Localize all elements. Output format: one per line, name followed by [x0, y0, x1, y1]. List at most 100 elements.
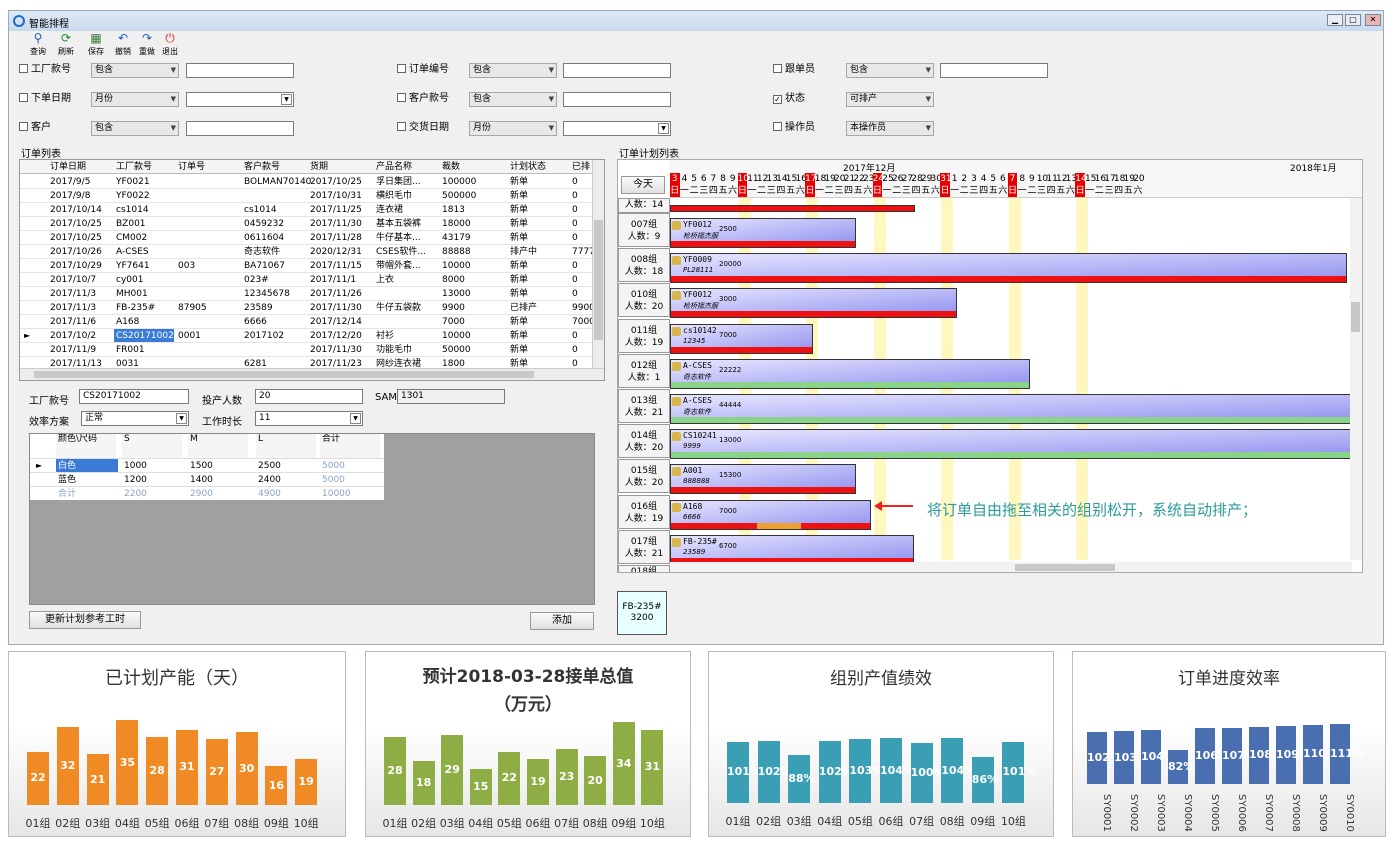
- chart-bar[interactable]: 31: [641, 729, 664, 805]
- group-label[interactable]: 014组 人数：20: [618, 424, 670, 459]
- chart-bar[interactable]: 109%: [1276, 725, 1310, 784]
- chart-bar[interactable]: 29: [441, 734, 464, 805]
- group-label[interactable]: 012组 人数：1: [618, 353, 670, 388]
- chart-bar[interactable]: 35: [116, 720, 139, 805]
- column-header[interactable]: 订单日期: [48, 160, 86, 174]
- order-bar[interactable]: cs10142 12345 7000: [670, 323, 813, 354]
- size-grid[interactable]: 颜色\尺码 S M L 合计 ► 白色 1000 1500 2500 5000 蓝色 1200 1400 2…: [29, 433, 595, 605]
- horizontal-scrollbar[interactable]: [20, 368, 604, 380]
- chart-bar[interactable]: 30: [235, 732, 258, 805]
- hours-select[interactable]: 11 ▼: [255, 411, 363, 426]
- table-row[interactable]: 2017/11/6 A168 6666 2017/12/14 7000 新单 7000: [20, 315, 600, 329]
- status-op-select[interactable]: 可排产 ▼: [846, 92, 934, 107]
- chart-bar[interactable]: 110%: [1303, 724, 1337, 784]
- scroll-thumb[interactable]: [594, 220, 603, 340]
- order-no-input[interactable]: [563, 63, 671, 78]
- order-bar[interactable]: CS10241 9999 13000: [670, 429, 1360, 460]
- chart-bar[interactable]: 27: [205, 739, 228, 805]
- order-no-op-select[interactable]: 包含 ▼: [469, 63, 557, 78]
- order-bar[interactable]: A-CSES 奇志软件 44444: [670, 394, 1360, 424]
- chart-bar[interactable]: 108%: [1249, 726, 1283, 784]
- chart-bar[interactable]: 16: [265, 766, 288, 805]
- table-row[interactable]: 2017/10/25 BZ001 0459232 2017/11/30 基本五袋裤 180…: [20, 217, 600, 231]
- refresh-button[interactable]: ⟳ 刷新: [53, 32, 79, 57]
- scroll-thumb[interactable]: [1351, 302, 1360, 332]
- chart-bar[interactable]: 15: [469, 768, 492, 805]
- filter-order-no[interactable]: 订单编号: [397, 62, 449, 78]
- customer-input[interactable]: [186, 121, 294, 136]
- order-table[interactable]: 订单日期 工厂款号 订单号 客户款号 货期 产品名称 裁数 计划状态 已排 2017/9/5 YF…: [19, 159, 605, 381]
- chart-bar[interactable]: 101%: [1002, 741, 1036, 803]
- filter-customer[interactable]: 客户: [19, 120, 51, 136]
- delivery-date-picker[interactable]: ▼: [563, 121, 671, 136]
- close-button[interactable]: ✕: [1365, 14, 1381, 26]
- chart-bar[interactable]: 19: [295, 758, 318, 805]
- minimize-button[interactable]: ▁: [1327, 14, 1343, 26]
- filter-cust-style[interactable]: 客户款号: [397, 91, 449, 107]
- gantt-hscrollbar[interactable]: [670, 562, 1352, 572]
- filter-merchandiser[interactable]: 跟单员: [773, 62, 815, 78]
- cust-style-op-select[interactable]: 包含 ▼: [469, 92, 557, 107]
- table-row[interactable]: 2017/10/14 cs1014 cs1014 2017/11/25 连衣裙 1813 新…: [20, 203, 600, 217]
- size-row[interactable]: 合计 2200 2900 4900 10000: [30, 486, 384, 500]
- table-row[interactable]: 2017/11/9 FR001 2017/11/30 功能毛巾 50000 新单 0: [20, 343, 600, 357]
- group-label[interactable]: 011组 人数：19: [618, 318, 670, 353]
- size-cell[interactable]: 2500: [256, 459, 281, 473]
- table-row[interactable]: 2017/9/5 YF0021 BOLMAN70140 2017/10/25 孚日集团.…: [20, 175, 600, 189]
- order-bar[interactable]: YF0009 PL28111 20000: [670, 253, 1347, 284]
- table-row[interactable]: ► 2017/10/2 CS20171002 0001 2017102 2017/12/2…: [20, 329, 600, 343]
- operator-op-select[interactable]: 本操作员 ▼: [846, 121, 934, 136]
- checkbox[interactable]: [19, 64, 28, 73]
- exit-button[interactable]: ⏻ 退出: [157, 32, 183, 57]
- save-button[interactable]: ▦ 保存: [83, 32, 109, 57]
- column-header[interactable]: 客户款号: [242, 160, 280, 174]
- undo-button[interactable]: ↶ 撤销: [110, 32, 136, 57]
- chart-bar[interactable]: 22: [27, 751, 49, 805]
- chart-bar[interactable]: 104%: [941, 738, 975, 803]
- chart-bar[interactable]: 34: [612, 722, 635, 805]
- chart-bar[interactable]: 103%: [849, 739, 883, 803]
- merchandiser-input[interactable]: [940, 63, 1048, 78]
- checkbox[interactable]: [397, 93, 406, 102]
- chart-bar[interactable]: 103%: [1114, 731, 1148, 784]
- customer-op-select[interactable]: 包含 ▼: [91, 121, 179, 136]
- table-row[interactable]: 2017/10/29 YF7641 003 BA71067 2017/11/15 带帽外套…: [20, 259, 600, 273]
- merchandiser-op-select[interactable]: 包含 ▼: [846, 63, 934, 78]
- dragged-order-card[interactable]: FB-235# 3200: [617, 591, 667, 635]
- column-header[interactable]: 订单号: [176, 160, 205, 174]
- group-label[interactable]: 017组 人数：21: [618, 529, 670, 564]
- chart-bar[interactable]: 22: [498, 751, 521, 805]
- order-date-picker[interactable]: ▼: [186, 92, 294, 107]
- chart-bar[interactable]: 23: [555, 749, 578, 805]
- table-row[interactable]: 2017/10/7 cy001 023# 2017/11/1 上衣 8000 新单 0: [20, 273, 600, 287]
- chart-bar[interactable]: 102%: [757, 740, 792, 803]
- chart-bar[interactable]: 86%: [971, 757, 998, 803]
- column-header[interactable]: 货期: [308, 160, 328, 174]
- factory-style-op-select[interactable]: 包含 ▼: [91, 63, 179, 78]
- order-date-op-select[interactable]: 月份 ▼: [91, 92, 179, 107]
- table-row[interactable]: 2017/10/26 A-CSES 奇志软件 2020/12/31 CSES软件... 8…: [20, 245, 601, 259]
- group-label[interactable]: 010组 人数：20: [618, 283, 670, 318]
- size-cell[interactable]: 1400: [188, 473, 213, 487]
- query-button[interactable]: ⚲ 查询: [25, 32, 51, 57]
- size-cell[interactable]: 1200: [122, 473, 147, 487]
- update-plan-hours-button[interactable]: 更新计划参考工时: [29, 611, 141, 629]
- checkbox[interactable]: [773, 122, 782, 131]
- group-label[interactable]: 015组 人数：20: [618, 459, 670, 494]
- chart-bar[interactable]: 102%: [1087, 731, 1121, 784]
- chart-bar[interactable]: 104%: [1141, 730, 1175, 784]
- chart-bar[interactable]: 88%: [788, 755, 815, 803]
- chart-bar[interactable]: 20: [584, 756, 607, 805]
- workers-input[interactable]: 20: [255, 389, 363, 404]
- efficiency-select[interactable]: 正常 ▼: [81, 411, 189, 426]
- checkbox[interactable]: [397, 122, 406, 131]
- column-header[interactable]: 计划状态: [508, 160, 546, 174]
- table-row[interactable]: 2017/9/8 YF0022 2017/10/31 横织毛巾 500000 新单 0: [20, 189, 600, 203]
- filter-order-date[interactable]: 下单日期: [19, 91, 71, 107]
- table-row[interactable]: 2017/10/25 CM002 0611604 2017/11/28 牛仔基本... 4…: [20, 231, 600, 245]
- scroll-thumb[interactable]: [1015, 564, 1115, 571]
- order-bar[interactable]: YF0012 枪桥摇杰服 2500: [670, 218, 856, 248]
- column-header[interactable]: 已排: [570, 160, 590, 174]
- chart-bar[interactable]: 21: [86, 754, 109, 805]
- chart-bar[interactable]: 18: [412, 761, 435, 805]
